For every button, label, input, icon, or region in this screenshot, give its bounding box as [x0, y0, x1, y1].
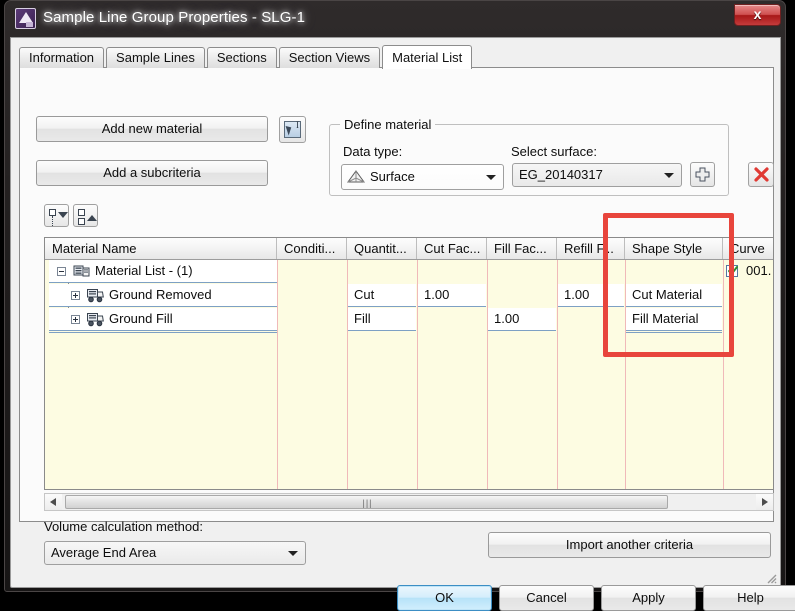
grid-header-row: Material Name Conditi... Quantit... Cut … — [45, 238, 773, 260]
add-surface-button[interactable] — [690, 162, 715, 187]
chevron-right-icon — [762, 498, 768, 506]
material-list-icon — [73, 265, 90, 277]
select-surface-value: EG_20140317 — [519, 167, 603, 182]
tab-section-views[interactable]: Section Views — [278, 47, 381, 68]
scrollbar-thumb[interactable]: ||| — [65, 495, 668, 509]
expand-all-button[interactable] — [44, 204, 69, 227]
help-button[interactable]: Help — [703, 585, 795, 611]
tree-toggle-minus-icon[interactable] — [57, 267, 66, 276]
add-subcriteria-button[interactable]: Add a subcriteria — [36, 160, 268, 186]
data-type-select[interactable]: Surface — [341, 164, 504, 190]
tree-node-ground-removed[interactable]: Ground Removed — [49, 284, 277, 307]
material-truck-icon — [87, 289, 104, 303]
collapse-all-icon-secondary — [78, 218, 85, 225]
tree-toggle-plus-icon[interactable] — [71, 291, 80, 300]
window-title: Sample Line Group Properties - SLG-1 — [43, 9, 306, 26]
row-material-name: Ground Removed — [109, 287, 212, 302]
define-material-legend: Define material — [340, 117, 436, 132]
column-header-shape-style[interactable]: Shape Style — [625, 238, 723, 259]
row-cut-factor[interactable]: 1.00 — [418, 284, 486, 307]
grid-horizontal-scrollbar[interactable]: ||| — [44, 493, 774, 511]
tab-sections[interactable]: Sections — [206, 47, 277, 68]
material-truck-icon — [87, 313, 104, 327]
select-surface-label: Select surface: — [511, 144, 597, 159]
tree-stem-decoration — [52, 216, 53, 226]
scroll-left-button[interactable] — [45, 494, 62, 510]
close-icon: x — [753, 6, 762, 22]
civil3d-app-icon — [15, 8, 36, 29]
delete-material-button[interactable] — [748, 162, 774, 187]
chevron-down-icon — [664, 173, 674, 178]
cancel-button[interactable]: Cancel — [499, 585, 594, 611]
pick-on-screen-icon — [284, 120, 301, 138]
tab-material-list[interactable]: Material List — [382, 45, 473, 69]
collapse-all-button[interactable] — [73, 204, 98, 227]
row-quantity[interactable]: Fill — [348, 308, 416, 331]
volume-method-select[interactable]: Average End Area — [44, 541, 306, 565]
table-row[interactable]: Ground Fill Fill 1.00 Fill Material — [45, 308, 773, 332]
volume-method-value: Average End Area — [51, 545, 157, 560]
row-fill-factor[interactable]: 1.00 — [488, 308, 556, 331]
volume-method-label: Volume calculation method: — [44, 519, 203, 534]
tree-toggle-plus-icon[interactable] — [71, 315, 80, 324]
column-header-quantity[interactable]: Quantit... — [347, 238, 417, 259]
chevron-down-icon — [288, 551, 298, 556]
row-material-name: Ground Fill — [109, 311, 173, 326]
chevron-down-icon — [58, 212, 68, 218]
import-another-criteria-button[interactable]: Import another criteria — [488, 532, 771, 558]
row-refill-factor[interactable]: 1.00 — [558, 284, 624, 307]
row-quantity[interactable]: Cut — [348, 284, 416, 307]
column-header-cut-factor[interactable]: Cut Fac... — [417, 238, 487, 259]
select-surface-select[interactable]: EG_20140317 — [512, 163, 682, 187]
chevron-down-icon — [486, 175, 496, 180]
checkmark-icon — [728, 266, 738, 276]
tree-node-ground-fill[interactable]: Ground Fill — [49, 308, 277, 331]
apply-button[interactable]: Apply — [601, 585, 696, 611]
column-header-refill-factor[interactable]: Refill F... — [557, 238, 625, 259]
column-header-material-name[interactable]: Material Name — [45, 238, 277, 259]
red-x-icon — [754, 167, 769, 182]
data-type-value: Surface — [370, 169, 415, 184]
title-bar[interactable]: Sample Line Group Properties - SLG-1 x — [5, 1, 785, 37]
column-header-curve[interactable]: Curve — [723, 238, 773, 259]
material-grid[interactable]: Material Name Conditi... Quantit... Cut … — [44, 237, 774, 490]
chevron-up-icon — [87, 215, 97, 221]
curve-checkbox[interactable] — [726, 265, 738, 277]
collapse-all-icon — [78, 209, 85, 216]
ok-button[interactable]: OK — [397, 585, 492, 611]
column-header-fill-factor[interactable]: Fill Fac... — [487, 238, 557, 259]
row-underline — [49, 332, 277, 333]
resize-grip[interactable] — [764, 571, 777, 584]
close-button[interactable]: x — [734, 4, 781, 26]
tab-sample-lines[interactable]: Sample Lines — [106, 47, 205, 68]
tab-information[interactable]: Information — [19, 47, 105, 68]
scrollbar-grip: ||| — [362, 498, 373, 508]
row-shape-style[interactable]: Fill Material — [626, 308, 722, 331]
table-row[interactable]: Material List - (1) 001. — [45, 260, 773, 284]
dialog-window: Sample Line Group Properties - SLG-1 x I… — [4, 0, 795, 611]
row-curve-value[interactable]: 001. — [740, 260, 773, 283]
surface-icon — [347, 170, 365, 183]
row-underline — [626, 332, 722, 333]
grid-body: Material List - (1) 001. Ground Removed … — [45, 260, 773, 489]
add-new-material-button[interactable]: Add new material — [36, 116, 268, 142]
tab-strip: Information Sample Lines Sections Sectio… — [19, 45, 474, 69]
pick-on-screen-button[interactable] — [279, 116, 306, 143]
row-material-name: Material List - (1) — [95, 263, 193, 278]
plus-icon — [695, 167, 710, 182]
table-row[interactable]: Ground Removed Cut 1.00 1.00 Cut Materia… — [45, 284, 773, 308]
row-shape-style[interactable]: Cut Material — [626, 284, 722, 307]
dialog-client-area: Information Sample Lines Sections Sectio… — [10, 37, 795, 611]
column-header-condition[interactable]: Conditi... — [277, 238, 347, 259]
tree-node-material-list[interactable]: Material List - (1) — [49, 260, 277, 283]
scroll-right-button[interactable] — [756, 494, 773, 510]
expand-all-icon — [49, 209, 56, 216]
chevron-left-icon — [50, 498, 56, 506]
data-type-label: Data type: — [343, 144, 403, 159]
